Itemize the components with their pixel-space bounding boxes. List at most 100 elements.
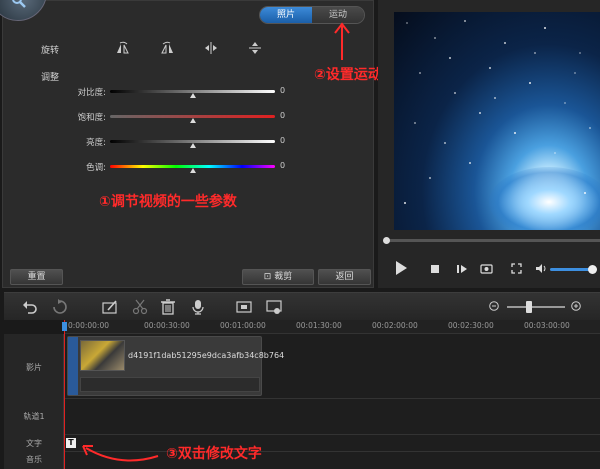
slider-label: 色调: xyxy=(86,163,106,173)
star xyxy=(494,97,496,99)
rotate-right-icon[interactable] xyxy=(159,41,175,55)
star xyxy=(434,37,436,39)
cut-icon[interactable] xyxy=(132,299,148,315)
adjust-slider[interactable]: 亮度: 0 xyxy=(53,135,288,149)
star xyxy=(464,20,466,22)
playhead[interactable] xyxy=(64,320,65,469)
slider-label: 饱和度: xyxy=(77,113,106,123)
crop-button[interactable]: ⊡ 裁剪 xyxy=(242,269,314,285)
slider-thumb[interactable] xyxy=(189,118,196,123)
track-label-track1: 轨道1 xyxy=(23,412,45,421)
star xyxy=(454,92,456,94)
slider-label: 对比度: xyxy=(77,88,106,98)
star xyxy=(414,122,416,124)
ruler-tick: 00:02:30:00 xyxy=(448,321,494,330)
star xyxy=(514,132,516,134)
seek-bar[interactable] xyxy=(386,239,600,242)
curved-arrow-icon xyxy=(82,445,159,462)
seek-knob[interactable] xyxy=(383,237,390,244)
star xyxy=(589,127,591,129)
star xyxy=(449,57,451,59)
star xyxy=(406,22,408,24)
volume-icon[interactable] xyxy=(535,263,547,274)
export-settings-icon[interactable] xyxy=(266,299,282,315)
volume-knob[interactable] xyxy=(588,265,597,274)
preview-panel xyxy=(378,0,600,288)
star xyxy=(479,112,481,114)
slider-thumb[interactable] xyxy=(189,93,196,98)
volume-slider[interactable] xyxy=(550,268,592,271)
crop-icon: ⊡ xyxy=(263,272,272,282)
undo-icon[interactable] xyxy=(22,299,38,315)
delete-icon[interactable] xyxy=(160,299,176,315)
zoom-knob[interactable] xyxy=(526,301,532,313)
slider-label: 亮度: xyxy=(86,138,106,148)
star xyxy=(544,27,546,29)
stop-icon[interactable] xyxy=(430,264,440,274)
snapshot-frame-icon[interactable] xyxy=(236,299,252,315)
slider-value: 0 xyxy=(280,161,286,170)
ruler-tick: 00:01:00:00 xyxy=(220,321,266,330)
search-icon xyxy=(12,0,26,8)
rotate-label: 旋转 xyxy=(41,46,60,56)
slider-thumb[interactable] xyxy=(189,143,196,148)
tab-photo[interactable]: 照片 xyxy=(260,7,312,23)
slider-thumb[interactable] xyxy=(189,168,196,173)
play-icon[interactable] xyxy=(394,260,408,276)
star xyxy=(554,152,556,154)
adjust-slider[interactable]: 色调: 0 xyxy=(53,160,288,174)
star xyxy=(529,82,531,84)
edit-clip-icon[interactable] xyxy=(102,299,118,315)
track-label-music: 音乐 xyxy=(26,455,42,464)
time-ruler[interactable]: 0:00:00:00 00:00:30:00 00:01:00:00 00:01:30… xyxy=(64,320,600,334)
flip-horizontal-icon[interactable] xyxy=(203,41,219,55)
clip-audio-strip xyxy=(80,377,260,392)
flip-vertical-icon[interactable] xyxy=(247,41,263,55)
rotate-left-icon[interactable] xyxy=(115,41,131,55)
back-button[interactable]: 返回 xyxy=(318,269,371,285)
fullscreen-icon[interactable] xyxy=(511,263,522,274)
star xyxy=(564,102,566,104)
ruler-tick: 00:01:30:00 xyxy=(296,321,342,330)
video-preview xyxy=(394,12,600,230)
clip-name: d4191f1dab51295e9dca3afb34c8b764 xyxy=(128,351,285,360)
ruler-tick: 00:03:00:00 xyxy=(524,321,570,330)
zoom-in-icon[interactable] xyxy=(571,301,581,311)
track-divider xyxy=(64,434,600,435)
slider-value: 0 xyxy=(280,136,286,145)
adjust-slider[interactable]: 饱和度: 0 xyxy=(53,110,288,124)
edit-panel: 照片 运动 旋转 调整 对比度: 0 饱和度: 0 亮度: 0 色调: 0 重置 ⊡ 裁剪 返… xyxy=(0,0,374,288)
star xyxy=(579,52,581,54)
star xyxy=(534,52,536,54)
ruler-tick: 0:00:00:00 xyxy=(68,321,109,330)
annotation-edit-text: ③双击修改文字 xyxy=(166,446,262,462)
clip-thumbnail xyxy=(80,340,125,371)
star xyxy=(489,67,491,69)
video-clip[interactable]: d4191f1dab51295e9dca3afb34c8b764 xyxy=(67,336,284,396)
star xyxy=(584,192,586,194)
star xyxy=(404,202,406,204)
microphone-icon[interactable] xyxy=(190,299,206,315)
tab-motion[interactable]: 运动 xyxy=(312,7,364,23)
crop-label: 裁剪 xyxy=(274,272,293,282)
star xyxy=(419,72,421,74)
playhead-handle[interactable] xyxy=(62,322,67,331)
galaxy-glow xyxy=(489,167,600,230)
logo-button[interactable] xyxy=(0,0,47,21)
star xyxy=(574,72,576,74)
ruler-tick: 00:00:30:00 xyxy=(144,321,190,330)
timeline-toolbar xyxy=(4,292,600,320)
zoom-out-icon[interactable] xyxy=(489,301,499,311)
zoom-slider[interactable] xyxy=(507,306,565,308)
adjust-slider[interactable]: 对比度: 0 xyxy=(53,85,288,99)
reset-button[interactable]: 重置 xyxy=(10,269,63,285)
slider-value: 0 xyxy=(280,111,286,120)
star xyxy=(469,162,471,164)
snapshot-icon[interactable] xyxy=(480,263,493,274)
redo-icon[interactable] xyxy=(52,299,68,315)
next-frame-icon[interactable] xyxy=(456,264,468,274)
text-clip-icon[interactable]: T xyxy=(66,438,76,448)
clip-handle[interactable] xyxy=(68,337,78,395)
slider-value: 0 xyxy=(280,86,286,95)
ruler-tick: 00:02:00:00 xyxy=(372,321,418,330)
